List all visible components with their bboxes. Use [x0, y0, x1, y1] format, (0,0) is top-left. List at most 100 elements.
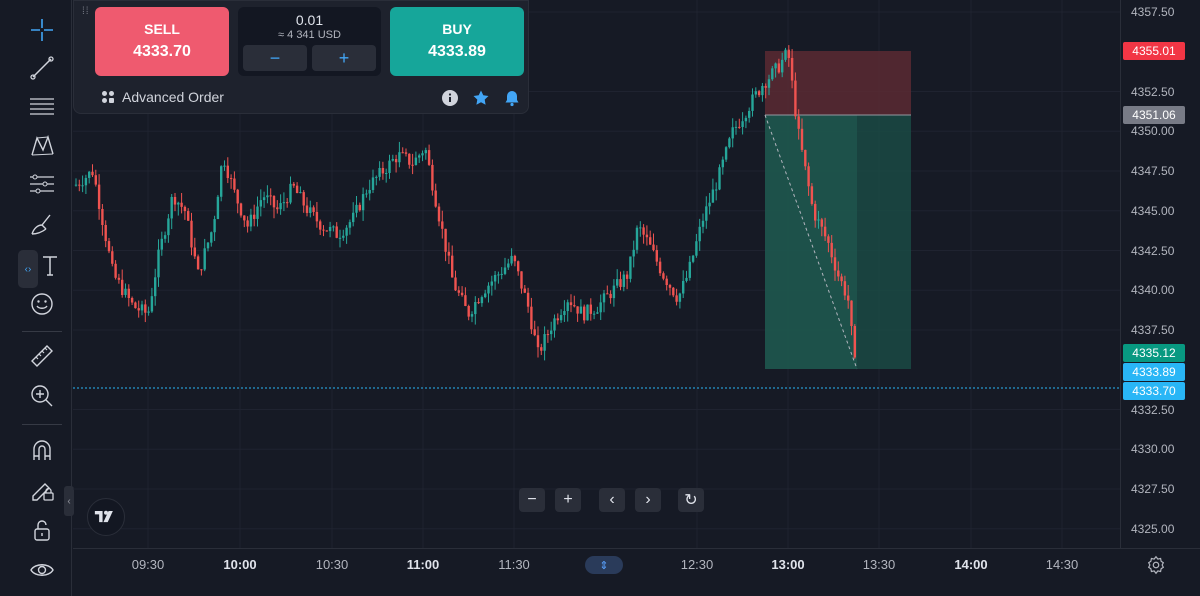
bell-icon[interactable]: [503, 89, 521, 107]
candlestick: [639, 221, 642, 237]
take-profit-price-label[interactable]: 4335.12: [1123, 344, 1185, 362]
candlestick: [111, 246, 114, 267]
lock-drawings-tool[interactable]: [22, 474, 62, 506]
scroll-right-button[interactable]: ›: [635, 488, 661, 512]
candlestick: [678, 292, 682, 309]
scroll-to-realtime-button[interactable]: ⇕: [585, 556, 623, 574]
quantity-value[interactable]: 0.01: [238, 12, 381, 28]
crosshair-tool[interactable]: [22, 14, 62, 46]
stop-loss-price-label[interactable]: 4355.01: [1123, 42, 1185, 60]
pattern-icon: [31, 134, 54, 156]
candlestick: [500, 267, 503, 280]
bid-price-label[interactable]: 4333.70: [1123, 382, 1185, 400]
candlestick: [101, 204, 104, 236]
trend-line-tool[interactable]: [22, 52, 62, 84]
buy-button[interactable]: BUY 4333.89: [390, 7, 524, 76]
stop-loss-zone[interactable]: [765, 51, 911, 115]
text-tool[interactable]: [30, 250, 70, 282]
price-axis[interactable]: 4357.50 4352.50 4350.00 4347.50 4345.00 4342.…: [1120, 0, 1200, 548]
candlestick: [104, 220, 107, 248]
info-icon[interactable]: [441, 89, 459, 107]
candlestick: [662, 271, 665, 281]
candlestick: [295, 182, 299, 194]
time-tick-label: 12:30: [680, 557, 714, 572]
time-axis[interactable]: ⇕ 09:30 10:00 10:30 11:00 11:30 12:30 13:00 13:…: [73, 548, 1200, 596]
ask-price-label[interactable]: 4333.89: [1123, 363, 1185, 381]
candlestick: [375, 175, 378, 186]
increase-quantity-button[interactable]: +: [312, 45, 376, 71]
candlestick: [470, 311, 474, 323]
candlestick: [226, 157, 229, 184]
trend-line-icon: [30, 56, 54, 80]
candlestick: [490, 275, 493, 296]
candlestick: [721, 156, 724, 175]
candlestick: [477, 298, 480, 305]
candlestick: [322, 225, 325, 237]
candlestick: [137, 300, 140, 318]
drag-handle-icon[interactable]: ⁞⁞: [82, 7, 90, 17]
advanced-order-label: Advanced Order: [122, 89, 224, 105]
candlestick: [391, 154, 394, 162]
zoom-tool[interactable]: [22, 380, 62, 412]
crosshair-icon: [31, 19, 53, 41]
candlestick: [784, 47, 787, 62]
candlestick: [253, 204, 256, 227]
price-tick-label: 4345.00: [1131, 203, 1175, 218]
candlestick: [418, 153, 421, 163]
candlestick: [94, 169, 97, 187]
time-tick-label: 13:00: [771, 557, 805, 572]
chart-settings-button[interactable]: [1145, 554, 1167, 576]
candlestick: [685, 270, 688, 283]
position-zones: [764, 51, 911, 370]
advanced-order-button[interactable]: Advanced Order: [101, 89, 224, 105]
candlestick: [642, 224, 645, 244]
decrease-quantity-button[interactable]: −: [243, 45, 307, 71]
candlestick: [183, 205, 187, 220]
candlestick: [256, 196, 259, 227]
candlestick: [134, 301, 137, 309]
price-tick-label: 4347.50: [1131, 164, 1175, 178]
scroll-left-button[interactable]: ‹: [599, 488, 625, 512]
tradingview-logo[interactable]: [87, 498, 125, 536]
magnet-tool[interactable]: [22, 434, 62, 466]
sell-button[interactable]: SELL 4333.70: [95, 7, 229, 76]
candlestick: [619, 271, 622, 291]
zoom-in-button[interactable]: +: [555, 488, 581, 512]
horizontal-lines-tool[interactable]: [22, 90, 62, 122]
candlestick: [246, 216, 249, 233]
candlestick: [319, 219, 322, 236]
candlestick: [655, 245, 658, 266]
hide-drawings-tool[interactable]: [22, 554, 62, 586]
brush-tool[interactable]: [22, 208, 62, 240]
eye-icon: [30, 564, 54, 576]
zoom-out-button[interactable]: −: [519, 488, 545, 512]
unlock-tool[interactable]: [22, 514, 62, 546]
fib-icon: [30, 174, 54, 194]
candlestick: [127, 284, 130, 307]
price-tick-label: 4342.50: [1131, 243, 1175, 258]
candlestick: [751, 88, 754, 117]
entry-price-label[interactable]: 4351.06: [1123, 106, 1185, 124]
candlestick: [609, 290, 612, 304]
fib-tool[interactable]: [22, 168, 62, 200]
candlestick: [553, 314, 556, 338]
candlestick: [170, 193, 173, 230]
drawing-toolbar: ‹› ‹: [0, 0, 74, 596]
star-icon[interactable]: [472, 89, 490, 107]
candlestick: [569, 294, 573, 313]
toolbar-divider: [22, 424, 62, 425]
reset-chart-button[interactable]: ↻: [678, 488, 704, 512]
candlestick: [625, 271, 629, 290]
candlestick: [853, 324, 856, 359]
candlestick: [144, 299, 147, 323]
candlestick: [810, 183, 814, 206]
ruler-tool[interactable]: [22, 340, 62, 372]
emoji-icon: [31, 293, 53, 315]
candlestick: [279, 194, 282, 215]
candlestick: [378, 161, 381, 181]
candlestick: [533, 320, 536, 337]
emoji-tool[interactable]: [22, 288, 62, 320]
candlestick: [177, 201, 180, 216]
candlestick: [259, 189, 262, 217]
pattern-tool[interactable]: [22, 130, 62, 162]
